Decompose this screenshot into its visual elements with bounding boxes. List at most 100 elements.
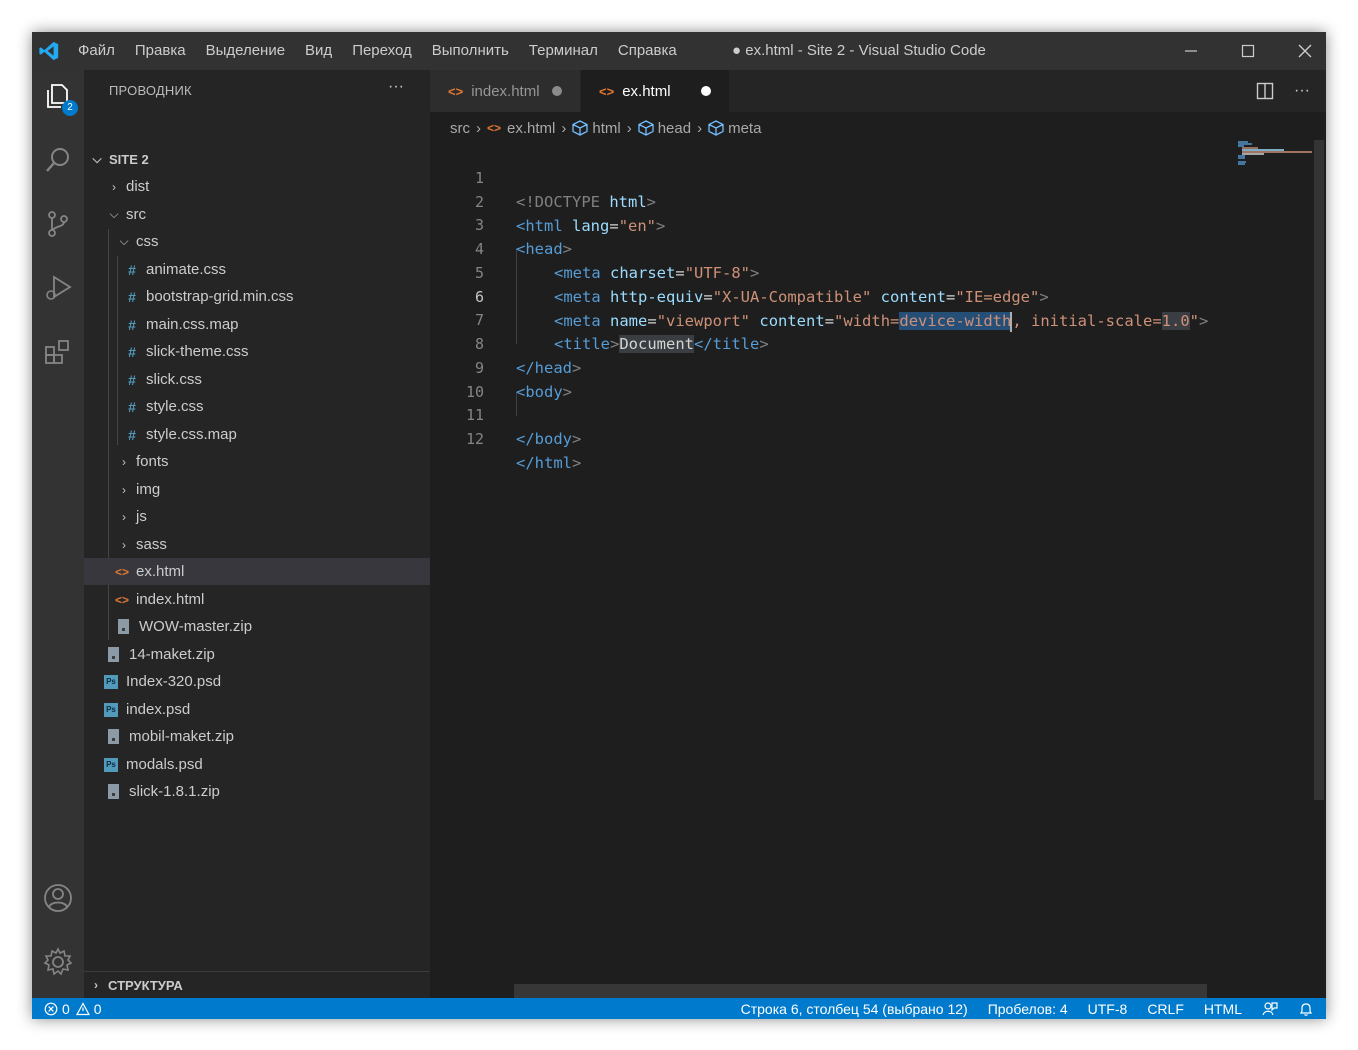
tree-item-modals-psd[interactable]: Ps modals.psd — [84, 751, 430, 778]
breadcrumb: src › <> ex.html › html › head › meta — [450, 117, 761, 139]
extensions-activity[interactable] — [38, 332, 78, 372]
menu-terminal[interactable]: Терминал — [519, 32, 608, 70]
settings-gear-icon — [43, 947, 73, 976]
end-of-line[interactable]: CRLF — [1147, 1001, 1184, 1017]
tree-item-style-css-map[interactable]: # style.css.map — [84, 421, 430, 448]
close-window-button[interactable] — [1277, 32, 1326, 70]
menu-run[interactable]: Выполнить — [422, 32, 519, 70]
encoding[interactable]: UTF-8 — [1088, 1001, 1128, 1017]
tree-item-slick-theme-css[interactable]: # slick-theme.css — [84, 338, 430, 365]
explorer-activity[interactable]: 2 — [38, 76, 78, 116]
menu-selection[interactable]: Выделение — [196, 32, 295, 70]
code-line: 9 <body> — [430, 332, 1230, 401]
tree-item-ex-html[interactable]: <> ex.html — [84, 558, 430, 585]
horizontal-scrollbar[interactable] — [514, 984, 1207, 998]
unsaved-dot-icon[interactable] — [551, 86, 562, 96]
account-icon — [44, 884, 72, 912]
chevron-right-icon: › — [122, 537, 126, 552]
tree-item-slick-css[interactable]: # slick.css — [84, 366, 430, 393]
tree-item-src[interactable]: ⌵ src — [84, 201, 430, 228]
feedback-icon[interactable] — [1262, 1001, 1278, 1017]
cursor-position[interactable]: Строка 6, столбец 54 (выбрано 12) — [741, 1001, 968, 1017]
tab-ex-html[interactable]: <> ex.html — [581, 70, 729, 112]
minimize-button[interactable] — [1163, 32, 1219, 70]
tree-item-dist[interactable]: › dist — [84, 173, 430, 200]
maximize-button[interactable] — [1220, 32, 1276, 70]
error-count: 0 — [62, 1000, 70, 1017]
breadcrumb-item[interactable]: ex.html — [507, 120, 555, 137]
outline-section-header[interactable]: › СТРУКТУРА — [84, 971, 430, 998]
tree-item-css[interactable]: ⌵ css — [84, 228, 430, 255]
title-bar: Файл Правка Выделение Вид Переход Выполн… — [32, 32, 1326, 70]
chevron-down-icon: ⌵ — [119, 234, 129, 248]
tree-item-wow-master-zip[interactable]: WOW-master.zip — [84, 613, 430, 640]
menu-view[interactable]: Вид — [295, 32, 342, 70]
source-control-activity[interactable] — [38, 204, 78, 244]
code-token: > — [572, 454, 582, 472]
menu-go[interactable]: Переход — [342, 32, 422, 70]
tree-item-fonts[interactable]: › fonts — [84, 448, 430, 475]
tree-item-main-css-map[interactable]: # main.css.map — [84, 311, 430, 338]
symbol-element-icon — [638, 120, 654, 136]
vscode-window: Файл Правка Выделение Вид Переход Выполн… — [32, 32, 1326, 1019]
menu-file[interactable]: Файл — [68, 32, 125, 70]
minimap[interactable] — [1230, 140, 1314, 998]
code-line: 11 </body> — [430, 379, 1230, 448]
split-editor-icon[interactable] — [1256, 82, 1274, 100]
tree-item-label: main.css.map — [146, 316, 239, 333]
html-file-icon: <> — [114, 564, 129, 579]
language-mode[interactable]: HTML — [1204, 1001, 1242, 1017]
more-actions-icon[interactable]: ··· — [1294, 82, 1310, 100]
extensions-icon — [45, 340, 69, 364]
tree-item-label: slick-theme.css — [146, 343, 249, 360]
vertical-scrollbar[interactable] — [1314, 140, 1324, 800]
manage-activity[interactable] — [38, 942, 78, 982]
explorer-title: ПРОВОДНИК — [109, 83, 192, 98]
css-file-icon: # — [128, 371, 136, 388]
tree-item-label: animate.css — [146, 261, 227, 278]
tree-item-index-320-psd[interactable]: Ps Index-320.psd — [84, 668, 430, 695]
tree-item-bootstrap-grid[interactable]: # bootstrap-grid.min.css — [84, 283, 430, 310]
tree-item-style-css[interactable]: # style.css — [84, 393, 430, 420]
tree-item-sass[interactable]: › sass — [84, 531, 430, 558]
menu-edit[interactable]: Правка — [125, 32, 196, 70]
problems-indicator[interactable]: 0 0 — [44, 998, 102, 1019]
explorer-more-button[interactable]: ··· — [388, 78, 404, 96]
accounts-activity[interactable] — [38, 878, 78, 918]
minimize-icon — [1185, 50, 1197, 52]
tree-item-img[interactable]: › img — [84, 476, 430, 503]
tab-index-html[interactable]: <> index.html — [430, 70, 580, 112]
symbol-element-icon — [708, 120, 724, 136]
code-line: 12 </html> — [430, 403, 1230, 472]
editor-actions: ··· — [1256, 70, 1326, 112]
editor-area: <> index.html <> ex.html ··· src › <> ex — [430, 70, 1326, 998]
css-file-icon: # — [128, 316, 136, 333]
zip-file-icon — [108, 647, 119, 662]
breadcrumb-item[interactable]: html — [592, 120, 620, 137]
breadcrumb-item[interactable]: head — [658, 120, 691, 137]
code-line: 10 — [430, 356, 1230, 401]
menu-help[interactable]: Справка — [608, 32, 687, 70]
vscode-logo-icon — [39, 41, 59, 61]
tree-item-mobil-maket-zip[interactable]: mobil-maket.zip — [84, 723, 430, 750]
chevron-right-icon: › — [561, 119, 567, 137]
breadcrumb-item[interactable]: meta — [728, 120, 761, 137]
css-file-icon: # — [128, 261, 136, 278]
workspace-root[interactable]: ⌵ SITE 2 — [84, 146, 430, 173]
run-debug-activity[interactable] — [38, 268, 78, 308]
notifications-bell-icon[interactable] — [1298, 1001, 1314, 1017]
unsaved-dot-icon[interactable] — [700, 86, 711, 96]
indentation[interactable]: Пробелов: 4 — [988, 1001, 1068, 1017]
tree-item-index-html[interactable]: <> index.html — [84, 586, 430, 613]
css-file-icon: # — [128, 343, 136, 360]
tree-item-index-psd[interactable]: Ps index.psd — [84, 696, 430, 723]
search-activity[interactable] — [38, 140, 78, 180]
tree-item-animate-css[interactable]: # animate.css — [84, 256, 430, 283]
breadcrumb-item[interactable]: src — [450, 120, 470, 137]
activity-bar: 2 — [32, 70, 84, 998]
chevron-right-icon: › — [94, 978, 98, 992]
chevron-right-icon: › — [122, 509, 126, 524]
tree-item-slick-zip[interactable]: slick-1.8.1.zip — [84, 778, 430, 805]
tree-item-js[interactable]: › js — [84, 503, 430, 530]
tree-item-14-maket-zip[interactable]: 14-maket.zip — [84, 641, 430, 668]
